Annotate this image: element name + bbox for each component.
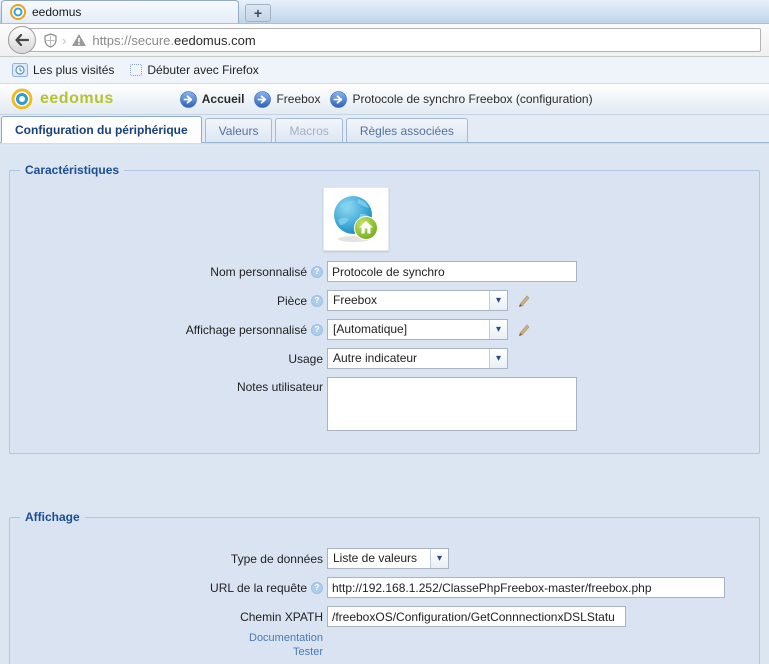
notes-utilisateur-textarea[interactable] — [327, 377, 577, 431]
xpath-links: Documentation Tester — [10, 631, 759, 659]
chevron-down-icon: ▾ — [489, 320, 507, 339]
row-usage: Usage Autre indicateur ▾ — [10, 348, 759, 369]
field-label: Type de données — [231, 552, 323, 566]
breadcrumb-protocole[interactable]: Protocole de synchro Freebox (configurat… — [330, 91, 592, 108]
help-icon[interactable]: ? — [311, 266, 323, 278]
shield-icon[interactable] — [44, 33, 57, 48]
field-label: Pièce — [277, 294, 307, 308]
browser-tab-strip: eedomus + — [0, 0, 769, 24]
help-icon[interactable]: ? — [311, 582, 323, 594]
section-title: Affichage — [20, 510, 85, 524]
documentation-link[interactable]: Documentation — [249, 631, 323, 645]
usage-select[interactable]: Autre indicateur ▾ — [327, 348, 508, 369]
usage-select-value: Autre indicateur — [328, 349, 489, 368]
navigation-toolbar: › https://secure.eedomus.com — [0, 24, 769, 57]
field-label: Affichage personnalisé — [186, 323, 307, 337]
chemin-xpath-input[interactable] — [327, 606, 626, 627]
site-header: eedomus Accueil Freebox Protocole de syn… — [0, 84, 769, 115]
tab-valeurs[interactable]: Valeurs — [205, 118, 273, 142]
row-notes-utilisateur: Notes utilisateur — [10, 377, 759, 431]
browser-tab-title: eedomus — [32, 5, 81, 19]
arrow-circle-icon — [254, 91, 271, 108]
page-content: Caractéristiques Nom personnalisé ? — [0, 146, 769, 664]
warning-triangle-icon[interactable] — [71, 33, 87, 47]
url-bar[interactable]: › https://secure.eedomus.com — [23, 28, 761, 52]
breadcrumb-label: Protocole de synchro Freebox (configurat… — [352, 92, 592, 106]
url-prefix: https://secure. — [92, 33, 174, 48]
affichage-select-value: [Automatique] — [328, 320, 489, 339]
eedomus-logo[interactable]: eedomus — [10, 87, 114, 111]
back-button[interactable] — [8, 26, 36, 54]
affichage-personnalise-select[interactable]: [Automatique] ▾ — [327, 319, 508, 340]
most-visited-icon — [12, 63, 28, 77]
row-piece: Pièce ? Freebox ▾ — [10, 290, 759, 311]
type-donnees-select-value: Liste de valeurs — [328, 549, 430, 568]
arrow-circle-icon — [330, 91, 347, 108]
default-favicon-icon — [130, 64, 142, 76]
field-label: URL de la requête — [210, 581, 307, 595]
row-chemin-xpath: Chemin XPATH — [10, 606, 759, 627]
breadcrumb: Accueil Freebox Protocole de synchro Fre… — [180, 91, 593, 108]
chevron-down-icon: ▾ — [489, 291, 507, 310]
section-caracteristiques: Caractéristiques Nom personnalisé ? — [9, 163, 760, 454]
help-icon[interactable]: ? — [311, 324, 323, 336]
tab-configuration[interactable]: Configuration du périphérique — [1, 116, 202, 143]
breadcrumb-label: Freebox — [276, 92, 320, 106]
section-affichage: Affichage Type de données Liste de valeu… — [9, 510, 760, 664]
bookmarks-bar: Les plus visités Débuter avec Firefox — [0, 57, 769, 84]
section-title: Caractéristiques — [20, 163, 124, 177]
arrow-circle-icon — [180, 91, 197, 108]
field-label: Nom personnalisé — [210, 265, 307, 279]
field-label: Usage — [288, 352, 323, 366]
piece-select[interactable]: Freebox ▾ — [327, 290, 508, 311]
logo-text: eedomus — [40, 90, 114, 108]
breadcrumb-freebox[interactable]: Freebox — [254, 91, 320, 108]
browser-tab[interactable]: eedomus — [1, 0, 239, 23]
edit-pencil-icon[interactable] — [515, 322, 531, 338]
nom-personnalise-input[interactable] — [327, 261, 577, 282]
piece-select-value: Freebox — [328, 291, 489, 310]
row-nom-personnalise: Nom personnalisé ? — [10, 261, 759, 282]
url-text[interactable]: https://secure.eedomus.com — [92, 33, 255, 48]
url-separator: › — [62, 33, 66, 48]
url-domain: eedomus.com — [174, 33, 256, 48]
device-image — [323, 187, 389, 251]
device-tabs: Configuration du périphérique Valeurs Ma… — [0, 115, 769, 143]
breadcrumb-accueil[interactable]: Accueil — [180, 91, 245, 108]
bookmark-label: Débuter avec Firefox — [147, 63, 258, 77]
tab-regles-associees[interactable]: Règles associées — [346, 118, 468, 142]
globe-home-icon — [330, 194, 382, 244]
url-requete-input[interactable] — [327, 577, 725, 598]
field-label: Notes utilisateur — [237, 380, 323, 394]
tester-link[interactable]: Tester — [293, 645, 323, 659]
edit-pencil-icon[interactable] — [515, 293, 531, 309]
row-url-requete: URL de la requête ? — [10, 577, 759, 598]
new-tab-button[interactable]: + — [245, 4, 271, 22]
bookmark-most-visited[interactable]: Les plus visités — [6, 60, 120, 80]
row-affichage-personnalise: Affichage personnalisé ? [Automatique] ▾ — [10, 319, 759, 340]
bookmark-getting-started[interactable]: Débuter avec Firefox — [124, 60, 264, 80]
type-donnees-select[interactable]: Liste de valeurs ▾ — [327, 548, 449, 569]
back-arrow-icon — [15, 34, 29, 46]
eedomus-favicon — [10, 4, 26, 20]
chevron-down-icon: ▾ — [489, 349, 507, 368]
help-icon[interactable]: ? — [311, 295, 323, 307]
field-label: Chemin XPATH — [240, 610, 323, 624]
breadcrumb-label: Accueil — [202, 92, 245, 106]
row-type-donnees: Type de données Liste de valeurs ▾ — [10, 548, 759, 569]
chevron-down-icon: ▾ — [430, 549, 448, 568]
tab-macros: Macros — [275, 118, 342, 142]
bookmark-label: Les plus visités — [33, 63, 114, 77]
eedomus-logo-icon — [10, 87, 34, 111]
